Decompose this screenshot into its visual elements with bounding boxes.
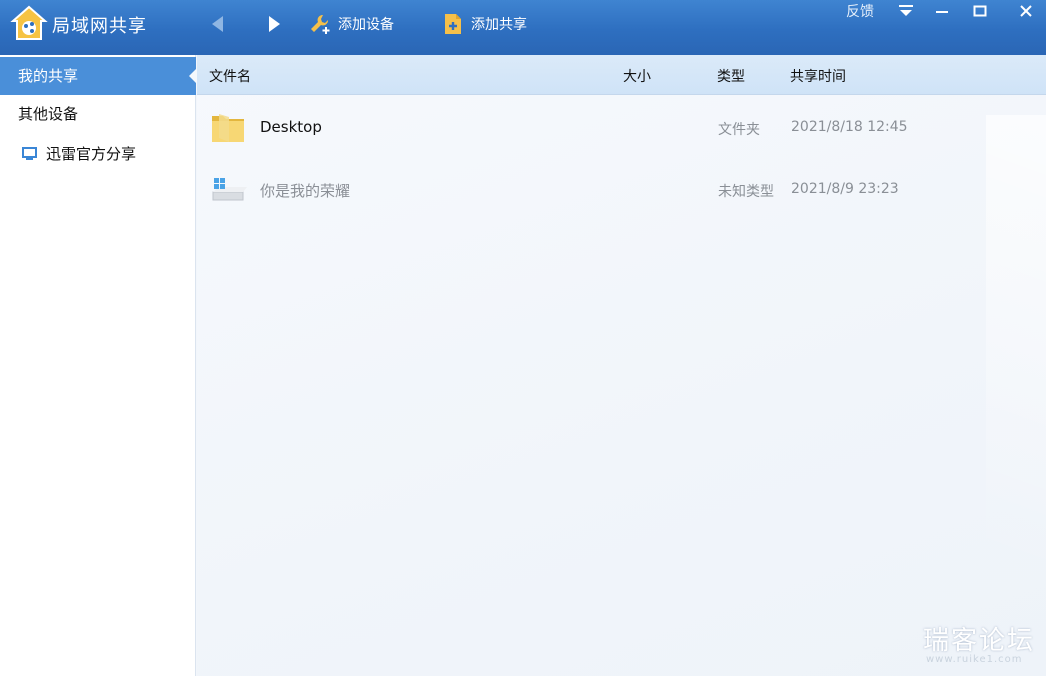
column-header: 文件名 大小 类型 共享时间 (197, 55, 1046, 95)
watermark-url: www.ruike1.com (926, 654, 1023, 665)
file-list-panel: 文件名 大小 类型 共享时间 Desktop 文件夹 2021/8/18 12:… (197, 55, 1046, 676)
minimize-icon (936, 11, 948, 13)
add-file-icon (445, 14, 461, 34)
app-title: 局域网共享 (52, 16, 147, 37)
file-type: 未知类型 (718, 184, 774, 200)
column-header-size[interactable]: 大小 (623, 66, 651, 86)
file-share-time: 2021/8/9 23:23 (791, 181, 899, 197)
menu-dropdown-button[interactable] (888, 0, 924, 22)
table-row[interactable]: Desktop 文件夹 2021/8/18 12:45 (197, 98, 1046, 156)
maximize-button[interactable] (962, 0, 998, 22)
wrench-icon (311, 14, 330, 34)
sidebar-item-other-devices[interactable]: 其他设备 (0, 95, 196, 133)
feedback-link[interactable]: 反馈 (846, 1, 874, 21)
menu-icon (899, 5, 913, 16)
column-header-type[interactable]: 类型 (717, 66, 745, 86)
monitor-icon (22, 147, 37, 160)
add-share-label: 添加共享 (471, 17, 527, 33)
table-row[interactable]: 你是我的荣耀 未知类型 2021/8/9 23:23 (197, 160, 1046, 218)
back-arrow-icon[interactable] (208, 14, 228, 34)
file-name: 你是我的荣耀 (260, 182, 351, 200)
column-header-name[interactable]: 文件名 (209, 66, 251, 86)
app-logo-icon (10, 5, 48, 40)
column-header-time[interactable]: 共享时间 (790, 66, 846, 86)
maximize-icon (973, 5, 987, 17)
add-share-button[interactable]: 添加共享 (441, 10, 527, 38)
drive-icon (212, 178, 247, 201)
background-sheen (986, 115, 1046, 675)
sidebar: 我的共享 其他设备 迅雷官方分享 (0, 55, 197, 676)
file-name: Desktop (260, 118, 322, 136)
sidebar-item-my-shares[interactable]: 我的共享 (0, 57, 197, 95)
forward-arrow-icon[interactable] (264, 14, 284, 34)
watermark-text: 瑞客论坛 (923, 626, 1036, 656)
folder-icon (212, 114, 244, 142)
file-type: 文件夹 (718, 122, 760, 138)
sidebar-item-label: 我的共享 (18, 67, 79, 85)
sidebar-item-xunlei-official-share[interactable]: 迅雷官方分享 (0, 135, 196, 173)
minimize-button[interactable] (924, 0, 960, 22)
selection-notch (189, 68, 197, 84)
sidebar-item-label: 其他设备 (18, 105, 79, 123)
add-device-label: 添加设备 (338, 17, 394, 33)
sidebar-item-label: 迅雷官方分享 (46, 145, 137, 163)
title-bar: 局域网共享 添加设备 添加共享 反馈 (0, 0, 1046, 55)
close-button[interactable] (1008, 0, 1044, 22)
add-device-button[interactable]: 添加设备 (308, 10, 394, 38)
close-icon (1020, 5, 1032, 17)
file-share-time: 2021/8/18 12:45 (791, 119, 908, 135)
